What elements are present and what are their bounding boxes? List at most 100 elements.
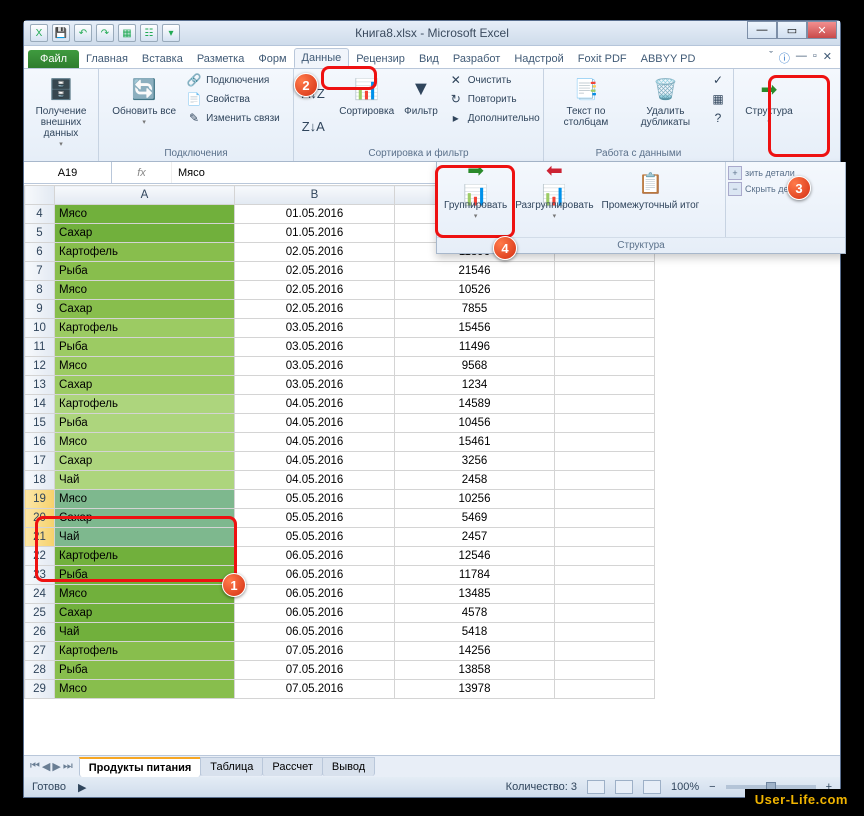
show-detail-button[interactable]: +зить детали [728, 166, 843, 180]
cell[interactable]: Мясо [55, 357, 235, 376]
cell[interactable]: 11496 [395, 338, 555, 357]
tab-review[interactable]: Рецензир [349, 50, 412, 68]
cell[interactable]: 04.05.2016 [235, 471, 395, 490]
row-header[interactable]: 29 [25, 680, 55, 699]
row-header[interactable]: 9 [25, 300, 55, 319]
group-button[interactable]: ➡📊 Группировать▾ [441, 165, 510, 234]
cell[interactable]: 12546 [395, 547, 555, 566]
whatif-button[interactable]: ? [707, 109, 729, 127]
table-row[interactable]: 12Мясо03.05.20169568 [25, 357, 655, 376]
cell[interactable]: Сахар [55, 604, 235, 623]
row-header[interactable]: 22 [25, 547, 55, 566]
cell[interactable]: 15456 [395, 319, 555, 338]
cell[interactable]: 5469 [395, 509, 555, 528]
row-header[interactable]: 7 [25, 262, 55, 281]
cell[interactable] [555, 300, 655, 319]
qat-icon[interactable]: ☷ [140, 24, 158, 42]
excel-icon[interactable]: X [30, 24, 48, 42]
cell[interactable] [555, 604, 655, 623]
help-icon[interactable]: ⓘ [779, 50, 790, 66]
tab-developer[interactable]: Разработ [446, 50, 507, 68]
row-header[interactable]: 18 [25, 471, 55, 490]
row-header[interactable]: 14 [25, 395, 55, 414]
name-box[interactable]: A19 [24, 162, 112, 183]
cell[interactable]: 02.05.2016 [235, 281, 395, 300]
table-row[interactable]: 16Мясо04.05.201615461 [25, 433, 655, 452]
close-button[interactable]: ✕ [807, 21, 837, 39]
row-header[interactable]: 20 [25, 509, 55, 528]
reapply-button[interactable]: ↻Повторить [445, 90, 543, 108]
cell[interactable] [555, 528, 655, 547]
cell[interactable]: 14256 [395, 642, 555, 661]
cell[interactable]: 05.05.2016 [235, 490, 395, 509]
cell[interactable]: 2457 [395, 528, 555, 547]
cell[interactable] [555, 414, 655, 433]
table-row[interactable]: 19Мясо05.05.201610256 [25, 490, 655, 509]
cell[interactable]: 06.05.2016 [235, 623, 395, 642]
cell[interactable]: Рыба [55, 338, 235, 357]
cell[interactable]: 06.05.2016 [235, 604, 395, 623]
properties-button[interactable]: 📄Свойства [183, 90, 283, 108]
cell[interactable]: 03.05.2016 [235, 357, 395, 376]
table-row[interactable]: 28Рыба07.05.201613858 [25, 661, 655, 680]
fx-icon[interactable]: fx [137, 167, 146, 179]
table-row[interactable]: 17Сахар04.05.20163256 [25, 452, 655, 471]
cell[interactable]: Картофель [55, 642, 235, 661]
cell[interactable]: 15461 [395, 433, 555, 452]
cell[interactable] [555, 281, 655, 300]
edit-links-button[interactable]: ✎Изменить связи [183, 109, 283, 127]
sheet-nav[interactable]: ⏮◀▶⏭ [24, 760, 79, 773]
table-row[interactable]: 21Чай05.05.20162457 [25, 528, 655, 547]
sort-button[interactable]: 📊 Сортировка [336, 71, 397, 119]
row-header[interactable]: 24 [25, 585, 55, 604]
table-row[interactable]: 23Рыба06.05.201611784 [25, 566, 655, 585]
row-header[interactable]: 5 [25, 224, 55, 243]
cell[interactable] [555, 509, 655, 528]
maximize-button[interactable]: ▭ [777, 21, 807, 39]
row-header[interactable]: 13 [25, 376, 55, 395]
row-header[interactable]: 28 [25, 661, 55, 680]
cell[interactable]: Рыба [55, 262, 235, 281]
normal-view-icon[interactable] [587, 780, 605, 794]
row-header[interactable]: 10 [25, 319, 55, 338]
cell[interactable] [555, 319, 655, 338]
cell[interactable]: 9568 [395, 357, 555, 376]
table-row[interactable]: 10Картофель03.05.201615456 [25, 319, 655, 338]
table-row[interactable]: 11Рыба03.05.201611496 [25, 338, 655, 357]
table-row[interactable]: 7Рыба02.05.201621546 [25, 262, 655, 281]
cell[interactable] [555, 566, 655, 585]
redo-icon[interactable]: ↷ [96, 24, 114, 42]
tab-file[interactable]: Файл [28, 50, 79, 68]
undo-icon[interactable]: ↶ [74, 24, 92, 42]
cell[interactable]: 11784 [395, 566, 555, 585]
cell[interactable]: Сахар [55, 376, 235, 395]
row-header[interactable]: 8 [25, 281, 55, 300]
cell[interactable]: Картофель [55, 547, 235, 566]
advanced-button[interactable]: ▸Дополнительно [445, 109, 543, 127]
row-header[interactable]: 27 [25, 642, 55, 661]
cell[interactable] [555, 642, 655, 661]
cell[interactable]: Сахар [55, 509, 235, 528]
window-min-icon[interactable]: — [796, 50, 807, 66]
cell[interactable]: 7855 [395, 300, 555, 319]
get-external-data-button[interactable]: 🗄️ Получение внешних данных▾ [28, 71, 94, 150]
row-header[interactable]: 21 [25, 528, 55, 547]
cell[interactable]: Сахар [55, 300, 235, 319]
refresh-all-button[interactable]: 🔄 Обновить все▾ [109, 71, 179, 128]
cell[interactable]: 06.05.2016 [235, 566, 395, 585]
sheet-tab[interactable]: Вывод [322, 757, 375, 776]
cell[interactable] [555, 471, 655, 490]
cell[interactable]: 04.05.2016 [235, 433, 395, 452]
row-header[interactable]: 15 [25, 414, 55, 433]
cell[interactable]: 02.05.2016 [235, 262, 395, 281]
table-row[interactable]: 22Картофель06.05.201612546 [25, 547, 655, 566]
table-row[interactable]: 14Картофель04.05.201614589 [25, 395, 655, 414]
ribbon-minimize-icon[interactable]: ˇ [769, 50, 773, 66]
cell[interactable]: 07.05.2016 [235, 642, 395, 661]
cell[interactable]: Картофель [55, 395, 235, 414]
cell[interactable]: 01.05.2016 [235, 224, 395, 243]
table-row[interactable]: 18Чай04.05.20162458 [25, 471, 655, 490]
cell[interactable]: 04.05.2016 [235, 452, 395, 471]
cell[interactable]: Рыба [55, 566, 235, 585]
cell[interactable] [555, 357, 655, 376]
